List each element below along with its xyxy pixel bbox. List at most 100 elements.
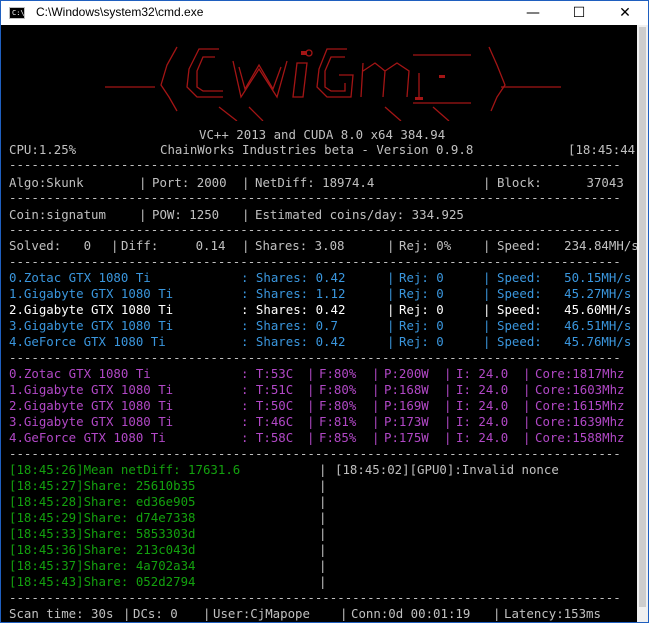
scrollbar-thumb[interactable] xyxy=(639,27,646,607)
separator: | xyxy=(307,366,315,381)
separator: | xyxy=(444,366,452,381)
gpu-shares: : Shares: 1.12 xyxy=(241,286,346,301)
cmd-icon-label: C:\ xyxy=(12,9,25,17)
gpu-shares: : Shares: 0.42 xyxy=(241,302,346,317)
separator: | xyxy=(444,430,452,445)
dcs-count: DCs: 0 xyxy=(133,606,178,621)
solved-label: Solved: 0 xyxy=(9,238,92,253)
gpu-fan: F:81% xyxy=(319,414,357,429)
log-entry: [18:45:27]Share: 25610b35 xyxy=(9,478,196,493)
separator: | xyxy=(444,414,452,429)
separator: | xyxy=(483,270,491,285)
gpu-name: 4.GeForce GTX 1080 Ti xyxy=(9,430,166,445)
separator: | xyxy=(523,398,531,413)
scan-time: Scan time: 30s xyxy=(9,606,114,621)
gpu-temp: : T:58C xyxy=(241,430,294,445)
minimize-button[interactable]: — xyxy=(510,1,556,25)
cmd-window: C:\ C:\Windows\system32\cmd.exe — ☐ ✕ VC… xyxy=(0,0,649,623)
gpu-speed: Speed: 45.27MH/s xyxy=(497,286,632,301)
cpu-usage: CPU:1.25% xyxy=(9,142,77,157)
port-label: Port: 2000 xyxy=(152,175,227,190)
separator: | xyxy=(387,318,395,333)
divider: ----------------------------------------… xyxy=(9,350,621,365)
gpu-intensity: I: 24.0 xyxy=(456,398,509,413)
log-entry: [18:45:26]Mean netDiff: 17631.6 xyxy=(9,462,241,477)
log-entry: [18:45:37]Share: 4a702a34 xyxy=(9,558,196,573)
separator: | xyxy=(483,334,491,349)
separator: | xyxy=(307,414,315,429)
console-output[interactable]: VC++ 2013 and CUDA 8.0 x64 384.94 CPU:1.… xyxy=(1,25,637,622)
close-button[interactable]: ✕ xyxy=(602,1,648,25)
separator: | xyxy=(372,430,380,445)
gpu-intensity: I: 24.0 xyxy=(456,382,509,397)
separator: | xyxy=(242,175,250,190)
separator: | xyxy=(483,302,491,317)
rej-label: Rej: 0% xyxy=(399,238,452,253)
gpu-power: P:173W xyxy=(384,414,429,429)
gpu-name: 2.Gigabyte GTX 1080 Ti xyxy=(9,302,174,317)
gpu-name: 2.Gigabyte GTX 1080 Ti xyxy=(9,398,174,413)
gpu-name: 1.Gigabyte GTX 1080 Ti xyxy=(9,382,174,397)
gpu-core: Core:1615Mhz xyxy=(535,398,625,413)
gpu-intensity: I: 24.0 xyxy=(456,430,509,445)
gpu-shares: : Shares: 0.42 xyxy=(241,270,346,285)
gpu-name: 3.Gigabyte GTX 1080 Ti xyxy=(9,318,174,333)
gpu-speed: Speed: 45.76MH/s xyxy=(497,334,632,349)
separator: | xyxy=(523,382,531,397)
gpu-temp: : T:53C xyxy=(241,366,294,381)
algo-label: Algo:Skunk xyxy=(9,175,84,190)
title-bar[interactable]: C:\ C:\Windows\system32\cmd.exe — ☐ ✕ xyxy=(1,1,648,25)
separator: | xyxy=(307,382,315,397)
log-entry: [18:45:29]Share: d74e7338 xyxy=(9,510,196,525)
gpu-temp: : T:46C xyxy=(241,414,294,429)
diff-label: Diff: 0.14 xyxy=(121,238,226,253)
banner-subtitle-1: VC++ 2013 and CUDA 8.0 x64 384.94 xyxy=(199,127,446,142)
divider: ----------------------------------------… xyxy=(9,590,621,605)
maximize-button[interactable]: ☐ xyxy=(556,1,602,25)
gpu-core: Core:1817Mhz xyxy=(535,366,625,381)
separator: | xyxy=(111,238,119,253)
separator: | xyxy=(340,606,348,621)
coin-label: Coin:signatum xyxy=(9,207,106,222)
gpu-name: 1.Gigabyte GTX 1080 Ti xyxy=(9,286,174,301)
cmd-icon[interactable]: C:\ xyxy=(9,7,25,19)
gpu-rej: Rej: 0 xyxy=(399,318,444,333)
divider: ----------------------------------------… xyxy=(9,190,621,205)
separator: | xyxy=(123,606,131,621)
separator: | xyxy=(372,414,380,429)
separator: | xyxy=(387,238,395,253)
gpu-fan: F:85% xyxy=(319,430,357,445)
netdiff-label: NetDiff: 18974.4 xyxy=(255,175,375,190)
gpu-fan: F:80% xyxy=(319,366,357,381)
gpu-temp: : T:51C xyxy=(241,382,294,397)
gpu-power: P:200W xyxy=(384,366,429,381)
gpu-power: P:169W xyxy=(384,398,429,413)
separator: | xyxy=(483,175,491,190)
block-label: Block: 37043 xyxy=(497,175,624,190)
separator: | xyxy=(483,238,491,253)
separator: | xyxy=(372,366,380,381)
gpu-rej: Rej: 0 xyxy=(399,302,444,317)
separator: | xyxy=(523,366,531,381)
gpu-speed: Speed: 50.15MH/s xyxy=(497,270,632,285)
gpu-intensity: I: 24.0 xyxy=(456,366,509,381)
pow-label: POW: 1250 xyxy=(152,207,220,222)
minimize-icon: — xyxy=(526,5,540,21)
gpu-core: Core:1588Mhz xyxy=(535,430,625,445)
separator: | xyxy=(483,286,491,301)
log-entry: [18:45:43]Share: 052d2794 xyxy=(9,574,196,589)
separator: | xyxy=(307,430,315,445)
separator: | xyxy=(139,207,147,222)
separator: | xyxy=(444,382,452,397)
gpu-core: Core:1603Mhz xyxy=(535,382,625,397)
separator: | xyxy=(242,238,250,253)
separator: | xyxy=(203,606,211,621)
gpu-core: Core:1639Mhz xyxy=(535,414,625,429)
gpu-name: 3.Gigabyte GTX 1080 Ti xyxy=(9,414,174,429)
user-name: User:CjMapope xyxy=(213,606,310,621)
vertical-scrollbar[interactable] xyxy=(637,25,648,622)
gpu-fan: F:80% xyxy=(319,382,357,397)
separator: | xyxy=(139,175,147,190)
separator: | xyxy=(483,318,491,333)
separator: | xyxy=(307,398,315,413)
